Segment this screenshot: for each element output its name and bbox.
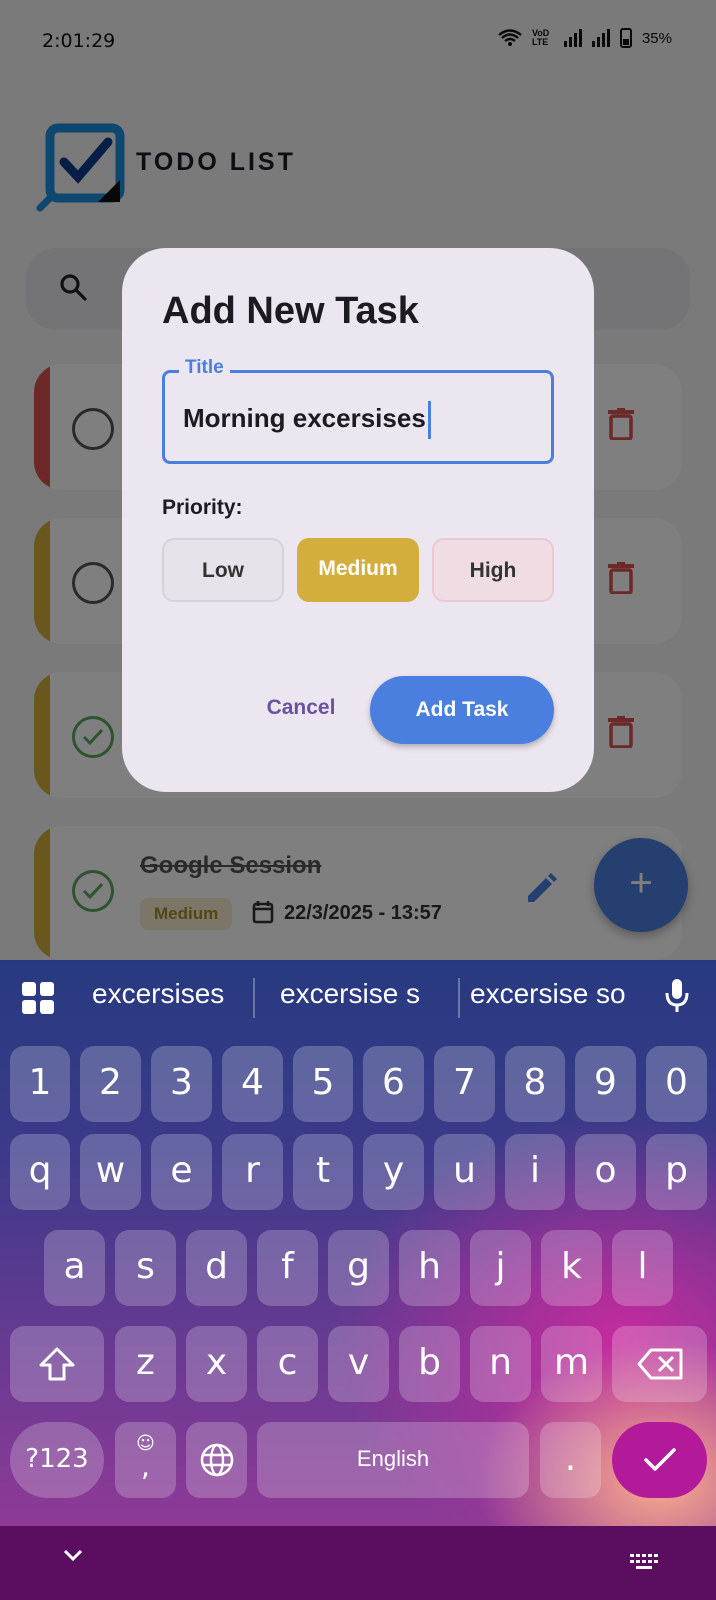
suggestion-1[interactable]: excersises bbox=[92, 978, 224, 1010]
priority-high-button[interactable]: High bbox=[432, 538, 554, 602]
globe-icon bbox=[200, 1443, 233, 1477]
text-cursor bbox=[427, 401, 431, 439]
key-6[interactable]: 6 bbox=[363, 1046, 424, 1122]
title-input-label: Title bbox=[179, 357, 230, 379]
key-b[interactable]: b bbox=[399, 1326, 460, 1402]
key-k[interactable]: k bbox=[541, 1230, 602, 1306]
key-c[interactable]: c bbox=[257, 1326, 318, 1402]
key-s[interactable]: s bbox=[115, 1230, 176, 1306]
key-7[interactable]: 7 bbox=[434, 1046, 495, 1122]
enter-key[interactable] bbox=[612, 1422, 707, 1498]
key-n[interactable]: n bbox=[470, 1326, 531, 1402]
navigation-bar bbox=[0, 1526, 716, 1600]
key-4[interactable]: 4 bbox=[222, 1046, 283, 1122]
suggestion-2[interactable]: excersise s bbox=[280, 978, 420, 1010]
title-input-text: Morning excersises bbox=[183, 402, 426, 433]
title-input-value[interactable]: Morning excersises bbox=[183, 401, 431, 439]
priority-low-button[interactable]: Low bbox=[162, 538, 284, 602]
key-t[interactable]: t bbox=[293, 1134, 353, 1210]
shift-icon bbox=[39, 1347, 75, 1381]
key-d[interactable]: d bbox=[186, 1230, 247, 1306]
todo-app-screen: 2:01:29 VoD LTE 35% TODO LIST S bbox=[0, 0, 716, 960]
key-o[interactable]: o bbox=[575, 1134, 636, 1210]
key-w[interactable]: w bbox=[80, 1134, 141, 1210]
key-v[interactable]: v bbox=[328, 1326, 389, 1402]
key-g[interactable]: g bbox=[328, 1230, 389, 1306]
key-9[interactable]: 9 bbox=[575, 1046, 636, 1122]
key-z[interactable]: z bbox=[115, 1326, 176, 1402]
key-u[interactable]: u bbox=[434, 1134, 495, 1210]
key-r[interactable]: r bbox=[222, 1134, 283, 1210]
suggestion-divider bbox=[253, 978, 255, 1018]
priority-label: Priority: bbox=[162, 496, 243, 519]
backspace-key[interactable] bbox=[612, 1326, 707, 1402]
add-task-dialog: Add New Task Title Morning excersises Pr… bbox=[122, 248, 594, 792]
key-m[interactable]: m bbox=[541, 1326, 602, 1402]
key-f[interactable]: f bbox=[257, 1230, 318, 1306]
title-input[interactable]: Title Morning excersises bbox=[162, 357, 554, 464]
chevron-down-icon[interactable] bbox=[62, 1548, 84, 1562]
period-key[interactable]: . bbox=[540, 1422, 601, 1498]
key-h[interactable]: h bbox=[399, 1230, 460, 1306]
language-key[interactable] bbox=[186, 1422, 247, 1498]
comma-label: , bbox=[141, 1450, 150, 1483]
check-icon bbox=[643, 1448, 676, 1471]
key-p[interactable]: p bbox=[646, 1134, 707, 1210]
key-a[interactable]: a bbox=[44, 1230, 105, 1306]
key-8[interactable]: 8 bbox=[505, 1046, 565, 1122]
key-q[interactable]: q bbox=[10, 1134, 70, 1210]
suggestion-bar: excersises excersise s excersise so bbox=[0, 960, 716, 1036]
add-task-button[interactable]: Add Task bbox=[370, 676, 554, 744]
key-1[interactable]: 1 bbox=[10, 1046, 70, 1122]
cancel-button[interactable]: Cancel bbox=[248, 686, 354, 730]
priority-medium-button[interactable]: Medium bbox=[297, 538, 419, 602]
key-5[interactable]: 5 bbox=[293, 1046, 353, 1122]
microphone-icon[interactable] bbox=[664, 978, 690, 1014]
space-key[interactable]: English bbox=[257, 1422, 529, 1498]
backspace-icon bbox=[637, 1348, 682, 1380]
keyboard-apps-icon[interactable] bbox=[22, 982, 54, 1014]
suggestion-divider bbox=[458, 978, 460, 1018]
key-3[interactable]: 3 bbox=[151, 1046, 212, 1122]
key-i[interactable]: i bbox=[505, 1134, 565, 1210]
key-2[interactable]: 2 bbox=[80, 1046, 141, 1122]
dialog-title: Add New Task bbox=[162, 290, 419, 332]
key-l[interactable]: l bbox=[612, 1230, 673, 1306]
key-0[interactable]: 0 bbox=[646, 1046, 707, 1122]
symbols-key[interactable]: ?123 bbox=[10, 1422, 104, 1498]
keyboard-switch-icon[interactable] bbox=[630, 1554, 658, 1572]
key-y[interactable]: y bbox=[363, 1134, 424, 1210]
key-j[interactable]: j bbox=[470, 1230, 531, 1306]
emoji-comma-key[interactable]: ☺ , bbox=[115, 1422, 176, 1498]
on-screen-keyboard: excersises excersise s excersise so 1 2 … bbox=[0, 960, 716, 1526]
key-x[interactable]: x bbox=[186, 1326, 247, 1402]
suggestion-3[interactable]: excersise so bbox=[470, 978, 626, 1010]
shift-key[interactable] bbox=[10, 1326, 104, 1402]
key-e[interactable]: e bbox=[151, 1134, 212, 1210]
